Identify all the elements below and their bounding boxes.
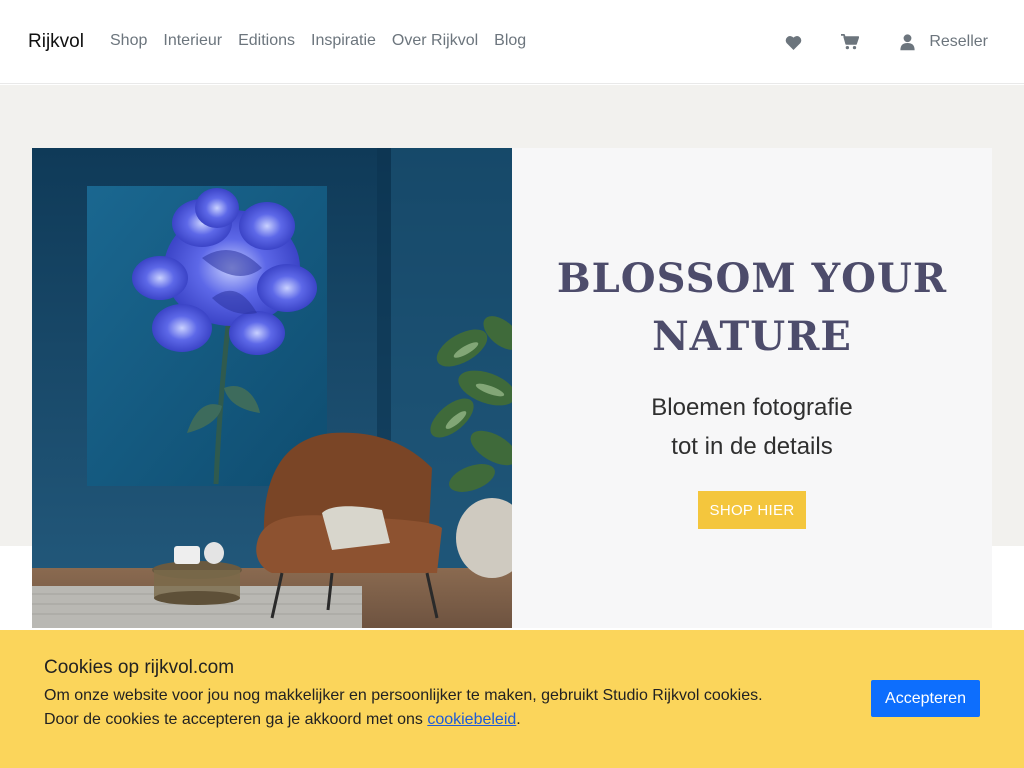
reseller-link[interactable]: Reseller xyxy=(929,33,988,51)
nav-link-over-rijkvol[interactable]: Over Rijkvol xyxy=(392,32,478,50)
cookie-text: Om onze website voor jou nog makkelijker… xyxy=(44,684,824,732)
user-icon[interactable] xyxy=(895,30,919,54)
cart-icon[interactable] xyxy=(838,30,862,54)
cookie-text-line-1: Om onze website voor jou nog makkelijker… xyxy=(44,687,763,704)
hero-title: BLOSSOM YOUR NATURE xyxy=(512,250,992,366)
hero-subtitle-line-1: Bloemen fotografie xyxy=(651,394,853,421)
nav-actions: Reseller xyxy=(781,30,988,54)
hero-subtitle-line-2: tot in de details xyxy=(671,433,833,460)
cookiebeleid-link[interactable]: cookiebeleid xyxy=(427,711,516,728)
top-navbar: Rijkvol Shop Interieur Editions Inspirat… xyxy=(0,0,1024,84)
hero-panel: BLOSSOM YOUR NATURE Bloemen fotografie t… xyxy=(512,148,992,628)
hero-image[interactable] xyxy=(32,148,512,628)
nav-link-interieur[interactable]: Interieur xyxy=(163,32,222,50)
hero-title-line-1: BLOSSOM YOUR xyxy=(556,255,948,302)
hero-title-line-2: NATURE xyxy=(652,313,852,360)
nav-link-editions[interactable]: Editions xyxy=(238,32,295,50)
main-nav: Shop Interieur Editions Inspiratie Over … xyxy=(110,32,526,50)
brand-logo[interactable]: Rijkvol xyxy=(28,31,84,53)
nav-link-inspiratie[interactable]: Inspiratie xyxy=(311,32,376,50)
accept-cookies-button[interactable]: Accepteren xyxy=(871,680,980,717)
shop-hier-button[interactable]: SHOP HIER xyxy=(698,491,806,529)
cookie-text-suffix: . xyxy=(516,711,521,728)
cookie-banner: Cookies op rijkvol.com Om onze website v… xyxy=(0,630,1024,768)
nav-link-shop[interactable]: Shop xyxy=(110,32,147,50)
heart-icon[interactable] xyxy=(781,30,805,54)
cookie-text-line-2: Door de cookies te accepteren ga je akko… xyxy=(44,711,428,728)
hero-subtitle: Bloemen fotografie tot in de details xyxy=(512,388,992,466)
nav-link-blog[interactable]: Blog xyxy=(494,32,526,50)
cookie-title: Cookies op rijkvol.com xyxy=(44,657,235,678)
